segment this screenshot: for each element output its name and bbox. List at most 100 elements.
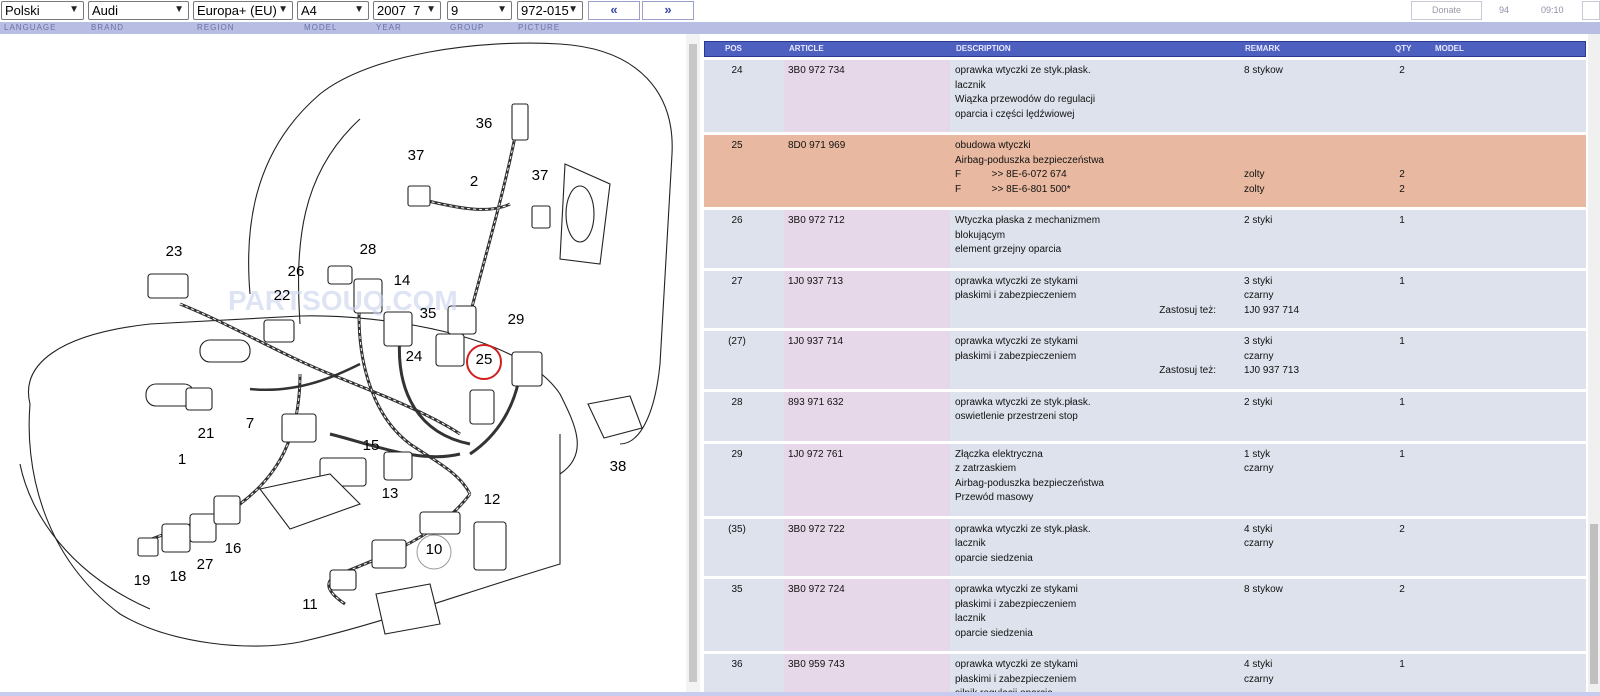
cell-article[interactable]: 1J0 937 713 (788, 275, 843, 290)
cell-article[interactable]: 3B0 972 712 (788, 214, 845, 229)
header-qty[interactable]: QTY (1395, 44, 1411, 53)
callout-21[interactable]: 21 (198, 425, 215, 442)
switch-unit (473, 521, 507, 571)
table-scrollbar[interactable] (1588, 34, 1600, 692)
diagram-scrollbar[interactable] (686, 34, 700, 692)
connector-26 (327, 265, 353, 285)
parts-diagram[interactable]: PARTSOUQ.COM 36 37 2 37 23 26 28 14 22 35 29 24 25 7 2… (0, 34, 686, 692)
cell-description: oparcia i części lędźwiowej (955, 108, 1075, 120)
year-select[interactable]: 2007 7 ▼ (373, 1, 441, 20)
menu-button[interactable] (1582, 1, 1600, 20)
brand-select[interactable]: Audi ▼ (88, 1, 189, 20)
cell-article[interactable]: 8D0 971 969 (788, 139, 845, 154)
callout-37[interactable]: 37 (532, 167, 549, 184)
header-pos[interactable]: POS (725, 44, 742, 53)
table-row[interactable]: 35 3B0 972 724 oprawka wtyczki ze stykami 8… (704, 579, 1586, 651)
cell-description: oparcie siedzenia (955, 627, 1033, 639)
table-row[interactable]: 36 3B0 959 743 oprawka wtyczki ze stykami 4… (704, 654, 1586, 692)
cell-remark: czarny (1244, 463, 1274, 474)
cell-remark: 8 stykow (1244, 65, 1283, 76)
cell-article[interactable]: 3B0 972 734 (788, 64, 845, 79)
callout-23[interactable]: 23 (166, 243, 183, 260)
callout-14[interactable]: 14 (394, 272, 411, 289)
table-row[interactable]: 26 3B0 972 712 Wtyczka płaska z mechanizme… (704, 210, 1586, 268)
callout-24[interactable]: 24 (406, 348, 423, 365)
cell-article[interactable]: 1J0 972 761 (788, 448, 843, 463)
cell-article[interactable]: 893 971 632 (788, 396, 844, 411)
callout-36[interactable]: 36 (476, 115, 493, 132)
connector-22 (263, 319, 295, 343)
cell-description: element grzejny oparcia (955, 244, 1062, 255)
model-label: MODEL (304, 23, 338, 32)
header-remark[interactable]: REMARK (1245, 44, 1280, 53)
cell-remark: 1J0 937 713 (1244, 365, 1300, 376)
group-select[interactable]: 9 ▼ (447, 1, 512, 20)
table-scroll-thumb[interactable] (1590, 524, 1598, 684)
cell-description: F >> 8E-6-072 674 (955, 169, 1067, 180)
toolbar: Polski ▼ Audi ▼ Europa+ (EU) ▼ A4 ▼ 2007 7 ▼ … (0, 0, 1600, 22)
callout-26[interactable]: 26 (288, 263, 305, 280)
cell-article[interactable]: 1J0 937 714 (788, 335, 843, 350)
callout-10[interactable]: 10 (426, 541, 443, 558)
cell-remark: 3 styki (1244, 336, 1273, 347)
callout-35[interactable]: 35 (420, 305, 437, 322)
header-model[interactable]: MODEL (1435, 44, 1464, 53)
donate-button[interactable]: Donate (1411, 1, 1482, 20)
chevron-down-icon: ▼ (69, 4, 79, 15)
callout-11[interactable]: 11 (302, 596, 318, 613)
callout-22[interactable]: 22 (274, 287, 291, 304)
language-select[interactable]: Polski ▼ (1, 1, 84, 20)
cell-description: z zatrzaskiem (955, 463, 1017, 474)
table-row[interactable]: 24 3B0 972 734 oprawka wtyczki ze styk.pła… (704, 60, 1586, 132)
callout-29[interactable]: 29 (508, 311, 525, 328)
cell-pos: 29 (731, 448, 743, 460)
callout-2[interactable]: 2 (470, 173, 478, 190)
callout-7[interactable]: 7 (246, 415, 254, 432)
diagram-scroll-thumb[interactable] (689, 44, 697, 682)
model-select[interactable]: A4 ▼ (297, 1, 369, 20)
cell-description: oprawka wtyczki ze styk.płask. (955, 523, 1091, 535)
cell-description: Przewód masowy (955, 492, 1034, 503)
callout-38[interactable]: 38 (610, 458, 627, 475)
picture-select[interactable]: 972-015 ▼ (517, 1, 583, 20)
cell-remark: 4 styki (1244, 523, 1273, 535)
cell-description: lacznik (955, 613, 986, 624)
header-article[interactable]: ARTICLE (789, 44, 824, 53)
callout-19[interactable]: 19 (134, 572, 151, 589)
connector-7 (281, 413, 317, 443)
cell-article[interactable]: 3B0 972 722 (788, 523, 845, 538)
table-row[interactable]: (35) 3B0 972 722 oprawka wtyczki ze styk.p… (704, 518, 1586, 576)
next-picture-button[interactable]: » (642, 1, 694, 20)
callout-28[interactable]: 28 (360, 241, 377, 258)
table-row[interactable]: 28 893 971 632 oprawka wtyczki ze styk.pła… (704, 391, 1586, 441)
picture-label: PICTURE (518, 23, 561, 32)
callout-27[interactable]: 27 (197, 556, 214, 573)
cell-qty: 2 (1399, 65, 1405, 76)
brand-value: Audi (92, 3, 119, 18)
prev-picture-button[interactable]: « (588, 1, 640, 20)
connector-36 (511, 103, 529, 141)
callout-25[interactable]: 25 (476, 351, 493, 368)
connector-14 (383, 311, 413, 347)
callout-13[interactable]: 13 (382, 485, 399, 502)
table-row[interactable]: (27) 1J0 937 714 oprawka wtyczki ze stykam… (704, 331, 1586, 389)
cell-article[interactable]: 3B0 972 724 (788, 583, 845, 598)
table-row[interactable]: 27 1J0 937 713 oprawka wtyczki ze stykami 3… (704, 270, 1586, 328)
callout-15[interactable]: 15 (363, 437, 380, 454)
table-row[interactable]: 25 8D0 971 969 obudowa wtyczki Airbag-podus… (704, 135, 1586, 207)
region-select[interactable]: Europa+ (EU) ▼ (193, 1, 293, 20)
cell-description: Airbag-poduszka bezpieczeństwa (955, 477, 1104, 489)
callout-16[interactable]: 16 (225, 540, 242, 557)
cell-description: oswietlenie przestrzeni stop (955, 411, 1078, 422)
cell-qty: 1 (1399, 336, 1405, 347)
connector-10 (371, 539, 407, 569)
cell-article[interactable]: 3B0 959 743 (788, 658, 845, 673)
callout-18[interactable]: 18 (170, 568, 187, 585)
callout-1[interactable]: 1 (178, 451, 186, 468)
header-description[interactable]: DESCRIPTION (956, 44, 1011, 53)
table-row[interactable]: 29 1J0 972 761 Złączka elektryczna 1 styk 1 z… (704, 443, 1586, 516)
bracket-38 (587, 395, 643, 439)
callout-12[interactable]: 12 (484, 491, 501, 508)
callout-37[interactable]: 37 (408, 147, 425, 164)
cell-note: Zastosuj też: (1159, 365, 1216, 376)
